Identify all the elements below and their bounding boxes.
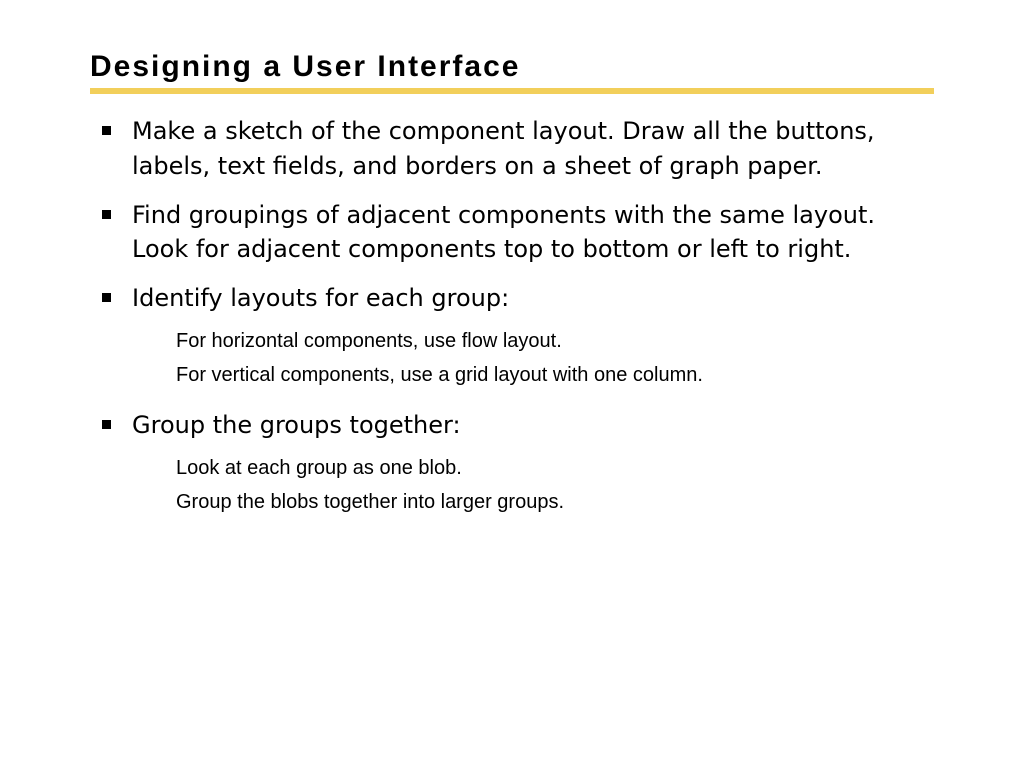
bullet-item: Find groupings of adjacent components wi… bbox=[132, 198, 934, 268]
bullet-text: Identify layouts for each group: bbox=[132, 284, 509, 312]
bullet-text: Group the groups together: bbox=[132, 411, 461, 439]
bullet-list: Make a sketch of the component layout. D… bbox=[90, 114, 934, 517]
slide-title: Designing a User Interface bbox=[90, 50, 934, 84]
sub-list: For horizontal components, use flow layo… bbox=[132, 326, 934, 390]
sub-item: Look at each group as one blob. bbox=[176, 453, 934, 483]
bullet-text: Find groupings of adjacent components wi… bbox=[132, 201, 875, 264]
bullet-item: Identify layouts for each group: For hor… bbox=[132, 281, 934, 390]
sub-list: Look at each group as one blob. Group th… bbox=[132, 453, 934, 517]
bullet-text: Make a sketch of the component layout. D… bbox=[132, 117, 875, 180]
sub-item: Group the blobs together into larger gro… bbox=[176, 487, 934, 517]
sub-item: For vertical components, use a grid layo… bbox=[176, 360, 934, 390]
bullet-item: Group the groups together: Look at each … bbox=[132, 408, 934, 517]
bullet-item: Make a sketch of the component layout. D… bbox=[132, 114, 934, 184]
sub-item: For horizontal components, use flow layo… bbox=[176, 326, 934, 356]
title-underline bbox=[90, 88, 934, 94]
slide: Designing a User Interface Make a sketch… bbox=[0, 0, 1024, 517]
